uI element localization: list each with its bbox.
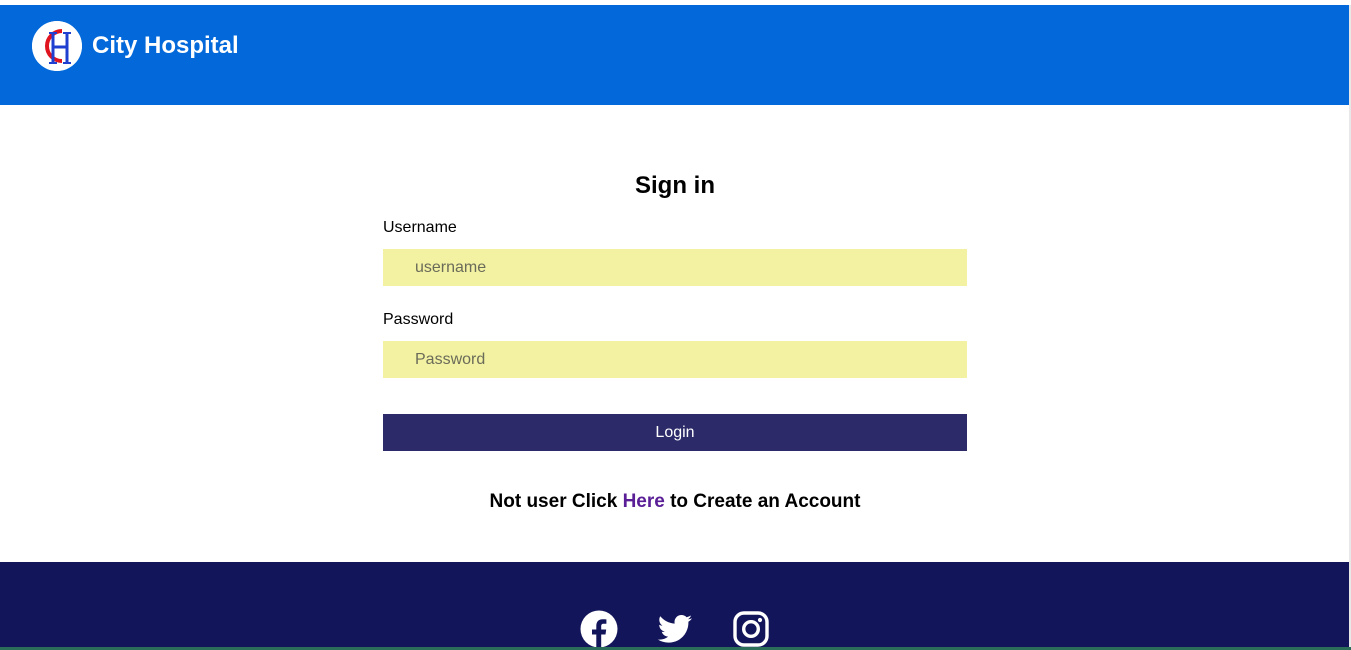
instagram-link[interactable] [732,610,770,648]
signup-prompt: Not user Click Here to Create an Account [383,491,967,513]
facebook-link[interactable] [580,610,618,648]
create-account-link[interactable]: Here [623,491,665,512]
city-hospital-logo-icon [32,21,82,71]
site-header: City Hospital [0,5,1349,105]
instagram-icon [732,611,769,647]
facebook-icon [580,610,617,648]
twitter-link[interactable] [656,610,694,648]
sign-in-form: Sign in Username Password Login Not user… [383,160,967,512]
signup-suffix: to Create an Account [664,491,861,512]
social-links [0,610,1349,648]
login-button[interactable]: Login [383,414,967,451]
site-footer [0,562,1349,650]
page-title: Sign in [635,172,715,199]
signup-prefix: Not user Click [489,491,623,512]
username-label: Username [383,219,457,236]
username-input[interactable] [383,249,967,286]
password-label: Password [383,311,454,328]
twitter-icon [657,615,692,643]
brand-link[interactable]: City Hospital [32,21,239,71]
brand-name: City Hospital [92,32,239,59]
login-page: City Hospital Sign in Username Password … [0,0,1351,650]
password-input[interactable] [383,341,967,378]
